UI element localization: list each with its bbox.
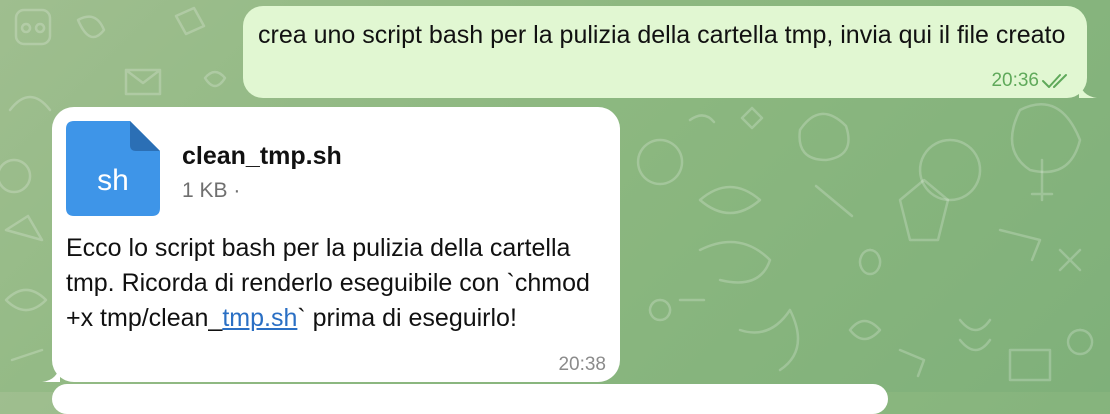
outgoing-bubble-tail <box>1079 80 1097 98</box>
incoming-text-after-link: ` prima di eseguirlo! <box>297 304 517 332</box>
incoming-bubble-tail <box>42 364 60 382</box>
file-attachment[interactable]: sh clean_tmp.sh 1 KB · <box>66 121 342 216</box>
file-link[interactable]: tmp.sh <box>222 304 297 332</box>
file-name[interactable]: clean_tmp.sh <box>182 141 342 171</box>
double-check-icon <box>1042 74 1067 88</box>
outgoing-message-bubble[interactable]: crea uno script bash per la pulizia dell… <box>243 6 1097 98</box>
document-icon[interactable]: sh <box>66 121 160 216</box>
incoming-message-bubble[interactable]: sh clean_tmp.sh 1 KB · Ecco lo script ba… <box>42 107 620 382</box>
next-message-bubble[interactable] <box>52 384 888 414</box>
file-info: clean_tmp.sh 1 KB · <box>182 121 342 203</box>
outgoing-message-text: crea uno script bash per la pulizia dell… <box>258 21 1066 49</box>
file-extension-label: sh <box>97 164 129 197</box>
incoming-message-time: 20:38 <box>558 354 606 375</box>
incoming-message-text: Ecco lo script bash per la pulizia della… <box>66 231 606 336</box>
outgoing-message-time: 20:36 <box>991 70 1039 91</box>
file-size: 1 KB · <box>182 179 241 202</box>
outgoing-message-meta: 20:36 <box>991 70 1071 92</box>
